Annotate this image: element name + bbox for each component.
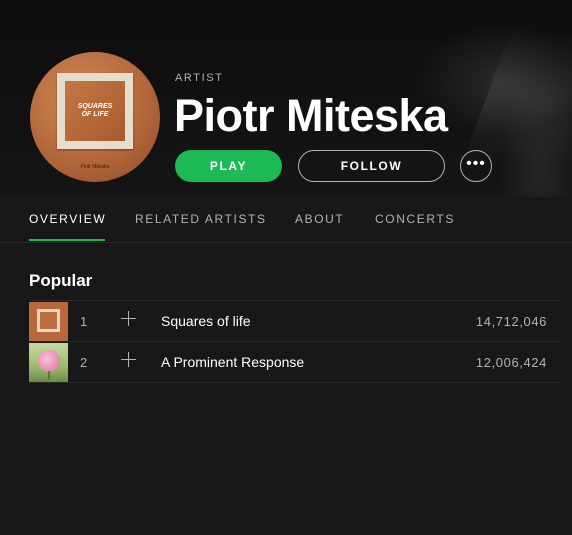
track-play-count: 12,006,424 <box>475 355 547 370</box>
avatar-frame: SQUARES OF LIFE <box>57 73 133 149</box>
plus-icon[interactable] <box>121 311 137 327</box>
more-horizontal-icon: ••• <box>466 155 486 172</box>
track-thumbnail <box>29 302 68 341</box>
plus-icon[interactable] <box>121 352 137 368</box>
tab-concerts[interactable]: CONCERTS <box>375 212 455 226</box>
track-play-count: 14,712,046 <box>475 314 547 329</box>
follow-button[interactable]: FOLLOW <box>298 150 445 182</box>
popular-heading: Popular <box>29 271 93 290</box>
artist-page: SQUARES OF LIFE Piotr Miteska ARTIST Pio… <box>0 0 572 535</box>
track-title[interactable]: A Prominent Response <box>161 354 304 370</box>
tab-related-artists[interactable]: RELATED ARTISTS <box>135 212 267 226</box>
more-options-button[interactable]: ••• <box>460 150 492 182</box>
tab-about[interactable]: ABOUT <box>295 212 344 226</box>
tab-overview[interactable]: OVERVIEW <box>29 212 106 226</box>
artist-avatar: SQUARES OF LIFE Piotr Miteska <box>30 52 160 182</box>
track-row[interactable]: 1 Squares of life 14,712,046 <box>29 300 561 341</box>
artist-name: Piotr Miteska <box>174 90 448 141</box>
play-button[interactable]: PLAY <box>175 150 282 182</box>
track-thumbnail <box>29 343 68 382</box>
popular-tracklist: 1 Squares of life 14,712,046 2 A Promine… <box>29 300 561 383</box>
artist-tabs: OVERVIEW RELATED ARTISTS ABOUT CONCERTS <box>0 197 572 243</box>
track-title[interactable]: Squares of life <box>161 313 251 329</box>
track-number: 1 <box>80 314 88 329</box>
artist-header: SQUARES OF LIFE Piotr Miteska ARTIST Pio… <box>0 0 572 197</box>
avatar-cover-text: SQUARES OF LIFE <box>77 103 113 118</box>
track-row[interactable]: 2 A Prominent Response 12,006,424 <box>29 341 561 383</box>
avatar-signature: Piotr Miteska <box>80 164 110 170</box>
active-tab-indicator <box>29 239 105 241</box>
artist-type-label: ARTIST <box>175 72 224 84</box>
track-number: 2 <box>80 355 88 370</box>
